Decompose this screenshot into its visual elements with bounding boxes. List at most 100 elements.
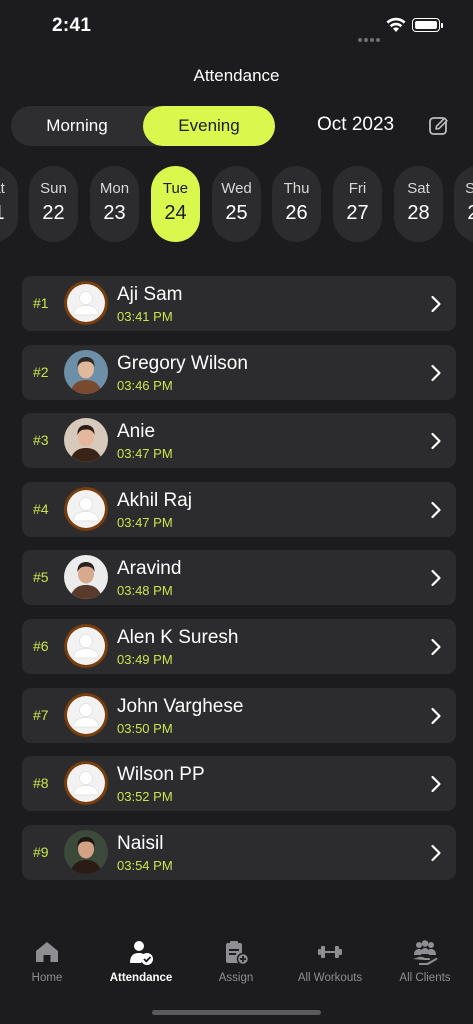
attendee-row[interactable]: #1 Aji Sam 03:41 PM bbox=[22, 276, 456, 331]
attendee-row[interactable]: #2 Gregory Wilson 03:46 PM bbox=[22, 344, 456, 400]
chevron-right-icon bbox=[431, 707, 441, 724]
avatar bbox=[64, 281, 108, 325]
date-chip-weekday: Sun bbox=[465, 180, 473, 197]
date-chip-day: 23 bbox=[103, 202, 126, 224]
avatar bbox=[64, 486, 108, 531]
attendee-name: Wilson PP bbox=[117, 764, 205, 786]
chevron-right-icon bbox=[431, 501, 441, 518]
segment-evening[interactable]: Evening bbox=[143, 106, 275, 146]
check-in-time: 03:47 PM bbox=[117, 514, 173, 530]
attendee-rank: #3 bbox=[33, 432, 49, 449]
attendee-name: Aravind bbox=[117, 558, 182, 580]
attendee-row[interactable]: #5 Aravind 03:48 PM bbox=[22, 550, 456, 606]
segment-morning[interactable]: Morning bbox=[11, 106, 143, 146]
date-chip-day: 21 bbox=[0, 202, 18, 225]
date-chip-3[interactable]: Tue 24 bbox=[151, 166, 200, 242]
attendee-rank: #8 bbox=[33, 775, 49, 792]
check-in-time: 03:50 PM bbox=[117, 720, 173, 736]
attendee-name: Anie bbox=[117, 421, 156, 443]
chevron-right-icon bbox=[431, 570, 441, 587]
date-chip-weekday: Thu bbox=[283, 180, 310, 197]
chevron-right-icon bbox=[431, 364, 441, 381]
attendee-name: John Varghese bbox=[117, 695, 244, 717]
clients-icon bbox=[411, 938, 439, 966]
date-chip-weekday: Mon bbox=[99, 180, 130, 197]
tab-attendance[interactable]: Attendance bbox=[94, 930, 188, 984]
attendee-row[interactable]: #7 John Varghese 03:50 PM bbox=[22, 687, 456, 743]
page-title: Attendance bbox=[193, 66, 280, 85]
attendee-row[interactable]: #3 Anie 03:47 PM bbox=[22, 413, 456, 469]
attendee-rank: #9 bbox=[33, 843, 49, 860]
attendee-rank: #5 bbox=[33, 569, 49, 586]
avatar bbox=[64, 692, 108, 737]
date-chip-0[interactable]: Sat 21 bbox=[0, 166, 18, 242]
attendance-list: #1 Aji Sam 03:41 PM #2 Gregory Wilson 03:46 P… bbox=[22, 276, 456, 893]
date-chip-5[interactable]: Thu 26 bbox=[272, 166, 321, 242]
attendee-name: Naisil bbox=[117, 832, 164, 854]
date-chip-day: 22 bbox=[42, 202, 65, 224]
tab-label: All Clients bbox=[399, 972, 451, 984]
attendee-row[interactable]: #4 Akhil Raj 03:47 PM bbox=[22, 481, 456, 537]
avatar bbox=[64, 829, 108, 874]
wifi-icon bbox=[386, 17, 406, 32]
avatar bbox=[64, 623, 108, 668]
attendee-rank: #2 bbox=[33, 363, 49, 380]
date-chip-weekday: Sat bbox=[0, 180, 5, 197]
home-indicator bbox=[152, 1010, 321, 1015]
tab-home[interactable]: Home bbox=[0, 930, 94, 984]
chevron-right-icon bbox=[431, 776, 441, 793]
chevron-right-icon bbox=[431, 844, 441, 861]
check-in-time: 03:41 PM bbox=[117, 309, 173, 324]
tab-all-clients[interactable]: All Clients bbox=[378, 930, 472, 984]
tab-label: Attendance bbox=[109, 972, 173, 984]
date-strip: Sat 21 Sun 22 Mon 23 Tue 24 Wed 25 Thu 26 Fri 27 Sat 28… bbox=[0, 166, 473, 242]
check-in-time: 03:52 PM bbox=[117, 789, 173, 805]
check-in-time: 03:47 PM bbox=[117, 446, 173, 462]
attendee-name: Akhil Raj bbox=[117, 489, 192, 511]
date-chip-day: 26 bbox=[285, 202, 308, 224]
date-chip-7[interactable]: Sat 28 bbox=[394, 166, 443, 242]
tab-label: All Workouts bbox=[297, 972, 363, 984]
date-chip-day: 25 bbox=[225, 202, 248, 224]
date-chip-1[interactable]: Sun 22 bbox=[29, 166, 78, 242]
edit-icon[interactable] bbox=[428, 115, 450, 137]
status-time: 2:41 bbox=[52, 15, 92, 36]
home-icon bbox=[33, 938, 61, 966]
check-in-time: 03:54 PM bbox=[117, 857, 173, 873]
chevron-right-icon bbox=[431, 295, 441, 313]
assign-icon bbox=[222, 938, 250, 966]
attendee-row[interactable]: #8 Wilson PP 03:52 PM bbox=[22, 756, 456, 812]
date-chip-day: 27 bbox=[346, 202, 369, 224]
date-chip-day: 29 bbox=[467, 202, 473, 224]
chevron-right-icon bbox=[431, 638, 441, 656]
chevron-right-icon bbox=[431, 433, 441, 450]
date-chip-day: 28 bbox=[407, 202, 430, 224]
tab-assign[interactable]: Assign bbox=[189, 930, 283, 984]
dumbbell-icon bbox=[316, 938, 344, 966]
signal-dots-icon bbox=[358, 29, 382, 47]
avatar bbox=[64, 555, 108, 600]
attendee-row[interactable]: #6 Alen K Suresh 03:49 PM bbox=[22, 618, 456, 674]
date-chip-8[interactable]: Sun 29 bbox=[454, 166, 473, 242]
date-chip-weekday: Tue bbox=[162, 180, 189, 197]
date-chip-weekday: Sat bbox=[407, 180, 430, 197]
attendee-rank: #1 bbox=[33, 295, 49, 311]
avatar bbox=[64, 418, 108, 463]
month-label: Oct 2023 bbox=[317, 114, 395, 135]
battery-icon bbox=[412, 18, 440, 32]
attendance-icon bbox=[127, 938, 155, 966]
date-chip-weekday: Fri bbox=[348, 180, 367, 197]
date-chip-6[interactable]: Fri 27 bbox=[333, 166, 382, 242]
attendee-row[interactable]: #9 Naisil 03:54 PM bbox=[22, 824, 456, 880]
tab-label: Assign bbox=[218, 972, 254, 984]
date-chip-2[interactable]: Mon 23 bbox=[90, 166, 139, 242]
attendee-name: Alen K Suresh bbox=[117, 626, 239, 648]
avatar bbox=[64, 761, 108, 806]
date-chip-4[interactable]: Wed 25 bbox=[212, 166, 261, 242]
avatar bbox=[64, 349, 108, 394]
attendee-rank: #7 bbox=[33, 706, 49, 723]
date-chip-day: 24 bbox=[164, 202, 187, 224]
attendee-rank: #4 bbox=[33, 500, 49, 517]
check-in-time: 03:48 PM bbox=[117, 583, 173, 599]
tab-all-workouts[interactable]: All Workouts bbox=[283, 930, 377, 984]
